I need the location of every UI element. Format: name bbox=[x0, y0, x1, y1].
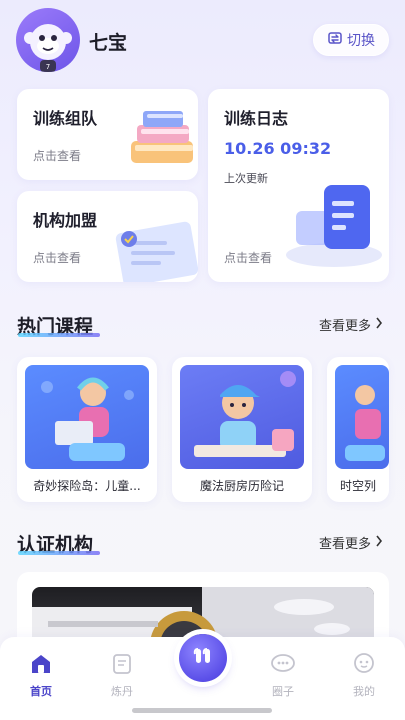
quote-mark-icon bbox=[192, 645, 214, 671]
certificate-icon bbox=[109, 219, 198, 282]
log-card-sub: 点击查看 bbox=[224, 251, 273, 265]
chat-bubble-icon bbox=[270, 653, 296, 679]
switch-icon bbox=[327, 30, 343, 50]
profile-icon bbox=[352, 653, 376, 679]
app-header: 7 七宝 切换 bbox=[0, 0, 405, 80]
home-icon bbox=[29, 653, 53, 679]
course-card-1[interactable]: 奇妙探险岛：儿童... bbox=[17, 357, 157, 502]
org-join-card-title: 机构加盟 bbox=[33, 211, 98, 230]
training-log-card[interactable]: 训练日志 10.26 09:32 上次更新 点击查看 bbox=[208, 89, 389, 282]
hot-courses-underline bbox=[18, 333, 100, 337]
tab-circle-label: 圈子 bbox=[272, 685, 294, 698]
tab-home-label: 首页 bbox=[30, 685, 52, 698]
log-update-time: 10.26 09:32 bbox=[224, 139, 332, 158]
tab-liandan-label: 炼丹 bbox=[111, 685, 133, 698]
org-join-card[interactable]: 机构加盟 点击查看 bbox=[17, 191, 198, 282]
course-image-2 bbox=[180, 365, 304, 469]
certified-orgs-underline bbox=[18, 551, 100, 555]
certified-orgs-more-link[interactable]: 查看更多 bbox=[319, 533, 383, 552]
svg-text:7: 7 bbox=[46, 63, 50, 71]
tab-circle[interactable]: 圈子 bbox=[253, 653, 313, 699]
switch-label: 切换 bbox=[347, 33, 375, 49]
team-card[interactable]: 训练组队 点击查看 bbox=[17, 89, 198, 180]
certified-orgs-more-label: 查看更多 bbox=[319, 537, 372, 552]
username: 七宝 bbox=[89, 32, 128, 54]
course-image-3 bbox=[335, 365, 389, 469]
hot-courses-more-link[interactable]: 查看更多 bbox=[319, 315, 383, 334]
team-card-sub: 点击查看 bbox=[33, 149, 82, 163]
avatar[interactable]: 7 bbox=[16, 8, 80, 72]
course-label-2: 魔法厨房历险记 bbox=[199, 479, 284, 493]
org-join-card-sub: 点击查看 bbox=[33, 251, 82, 265]
course-card-3[interactable]: 时空列 bbox=[327, 357, 389, 502]
scroll-icon bbox=[110, 653, 134, 679]
tab-liandan[interactable]: 炼丹 bbox=[92, 653, 152, 699]
course-image-1 bbox=[25, 365, 149, 469]
log-card-title: 训练日志 bbox=[224, 109, 289, 128]
log-update-note: 上次更新 bbox=[224, 172, 268, 185]
team-card-title: 训练组队 bbox=[33, 109, 98, 128]
hot-courses-more-label: 查看更多 bbox=[319, 319, 372, 334]
chevron-right-icon bbox=[375, 535, 383, 551]
books-illustration-icon bbox=[123, 107, 198, 173]
switch-button[interactable]: 切换 bbox=[313, 24, 389, 56]
center-action-button[interactable] bbox=[179, 634, 227, 682]
chevron-right-icon bbox=[375, 317, 383, 333]
tab-mine-label: 我的 bbox=[353, 685, 375, 698]
home-indicator bbox=[132, 708, 272, 713]
document-stack-icon bbox=[280, 181, 386, 275]
tab-mine[interactable]: 我的 bbox=[334, 653, 394, 699]
course-label-3: 时空列 bbox=[339, 479, 376, 493]
tab-home[interactable]: 首页 bbox=[11, 653, 71, 699]
course-card-2[interactable]: 魔法厨房历险记 bbox=[172, 357, 312, 502]
course-label-1: 奇妙探险岛：儿童... bbox=[33, 479, 141, 493]
